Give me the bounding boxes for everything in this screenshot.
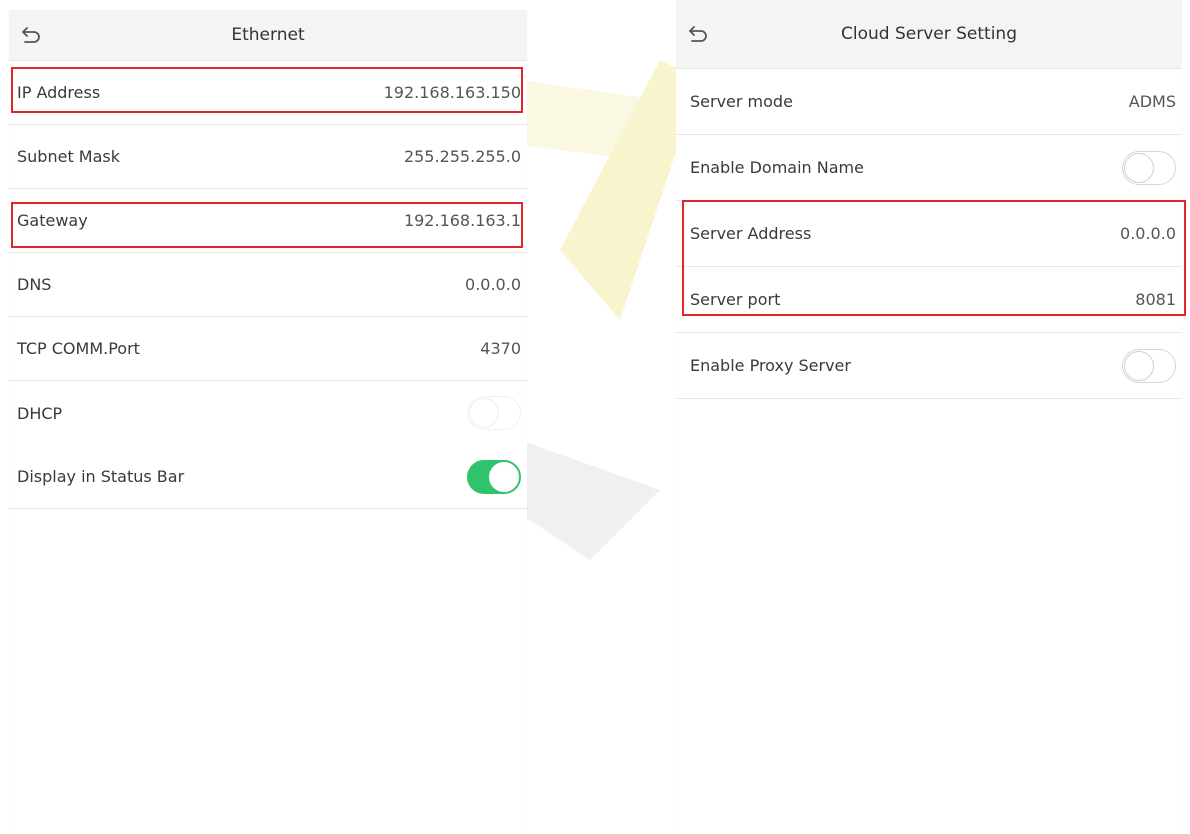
server-port-row[interactable]: Server port 8081 [676, 267, 1182, 333]
row-label: DNS [17, 275, 52, 294]
dns-row[interactable]: DNS 0.0.0.0 [9, 253, 527, 317]
row-label: Server Address [690, 224, 812, 243]
cloud-server-screen: Cloud Server Setting Server mode ADMS En… [676, 0, 1182, 834]
ethernet-screen: Ethernet IP Address 192.168.163.150 Subn… [9, 10, 527, 834]
tcp-comm-port-row[interactable]: TCP COMM.Port 4370 [9, 317, 527, 381]
row-label: Display in Status Bar [17, 467, 185, 486]
row-value: 0.0.0.0 [1120, 224, 1176, 243]
back-arrow-icon[interactable] [19, 23, 43, 47]
page-title: Ethernet [231, 25, 305, 45]
row-label: Server mode [690, 92, 793, 111]
row-value: 8081 [1135, 290, 1176, 309]
proxy-server-toggle[interactable] [1122, 348, 1176, 383]
server-mode-row[interactable]: Server mode ADMS [676, 69, 1182, 135]
domain-name-toggle[interactable] [1122, 150, 1176, 185]
row-label: TCP COMM.Port [17, 339, 140, 358]
dhcp-toggle[interactable] [467, 396, 521, 430]
display-in-status-bar-row[interactable]: Display in Status Bar [9, 445, 527, 509]
toggle-knob [1124, 350, 1154, 381]
row-value: 255.255.255.0 [403, 147, 521, 166]
row-value: 192.168.163.150 [383, 83, 521, 102]
server-address-row[interactable]: Server Address 0.0.0.0 [676, 201, 1182, 267]
row-label: IP Address [17, 83, 101, 102]
dhcp-row[interactable]: DHCP [9, 381, 527, 445]
row-label: Enable Domain Name [690, 158, 864, 177]
row-label: Subnet Mask [17, 147, 121, 166]
row-label: Enable Proxy Server [690, 356, 851, 375]
toggle-knob [469, 398, 499, 428]
back-arrow-icon[interactable] [686, 22, 710, 46]
subnet-mask-row[interactable]: Subnet Mask 255.255.255.0 [9, 125, 527, 189]
row-value: ADMS [1128, 92, 1176, 111]
toggle-knob [1124, 152, 1154, 183]
gateway-row[interactable]: Gateway 192.168.163.1 [9, 189, 527, 253]
cloud-titlebar: Cloud Server Setting [676, 0, 1182, 69]
status-bar-toggle[interactable] [467, 459, 521, 494]
row-label: Gateway [17, 211, 88, 230]
enable-domain-name-row[interactable]: Enable Domain Name [676, 135, 1182, 201]
row-value: 192.168.163.1 [403, 211, 521, 230]
row-value: 0.0.0.0 [465, 275, 521, 294]
row-label: DHCP [17, 403, 63, 423]
enable-proxy-server-row[interactable]: Enable Proxy Server [676, 333, 1182, 399]
row-value: 4370 [480, 339, 521, 358]
row-label: Server port [690, 290, 781, 309]
ip-address-row[interactable]: IP Address 192.168.163.150 [9, 61, 527, 125]
toggle-knob [489, 461, 519, 492]
page-title: Cloud Server Setting [841, 24, 1017, 44]
ethernet-titlebar: Ethernet [9, 10, 527, 61]
